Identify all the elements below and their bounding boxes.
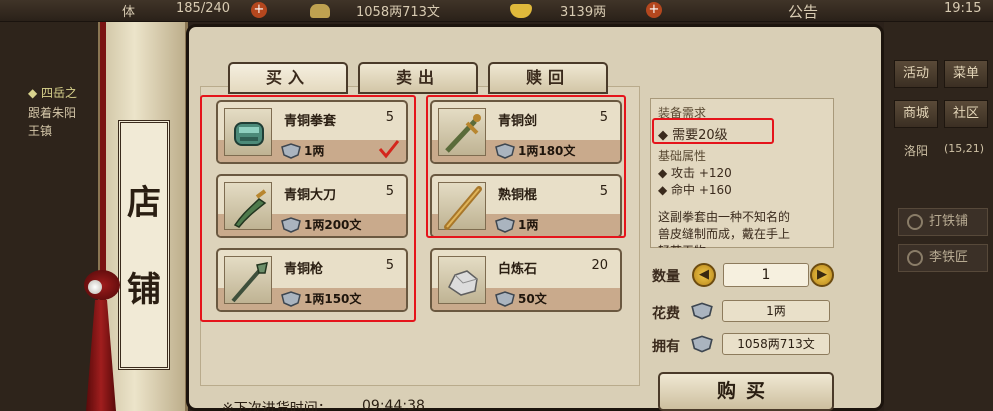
item-qty: 20	[591, 258, 608, 273]
description-line-2: 兽皮缝制而成，戴在手上	[658, 227, 791, 241]
gauntlet-icon	[224, 108, 272, 156]
item-price: 1两	[518, 218, 539, 232]
shop-title-plaque	[118, 120, 170, 370]
item-qty: 5	[385, 258, 394, 273]
npc-label: 李铁匠	[929, 250, 969, 265]
npc-blacksmith-li[interactable]: 李铁匠	[898, 244, 988, 272]
owned-value: 1058两713文	[722, 333, 830, 355]
item-qty: 5	[599, 110, 608, 125]
owned-label: 拥有	[652, 339, 680, 355]
selected-check-icon	[378, 140, 400, 159]
ore-icon	[438, 256, 486, 304]
add-stamina-button[interactable]: +	[251, 2, 267, 18]
location-coords: (15,21)	[944, 142, 985, 155]
description-line-3: 轻若无物	[658, 242, 706, 248]
restock-time: 09:44:38	[362, 398, 425, 411]
tab-buy[interactable]: 买入	[228, 62, 348, 94]
jade-bead	[88, 280, 102, 294]
description-line-1: 这副拳套由一种不知名的	[658, 210, 791, 224]
item-name: 熟铜棍	[498, 188, 538, 203]
tab-sell[interactable]: 卖出	[358, 62, 478, 94]
item-qty: 5	[385, 184, 394, 199]
requirement-header: 装备需求	[658, 106, 707, 120]
tassel-cord	[100, 22, 106, 312]
item-card-bronze-gauntlet[interactable]: 青铜拳套 5 1两	[216, 100, 408, 164]
npc-blacksmith-shop[interactable]: 打铁铺	[898, 208, 988, 236]
item-qty: 5	[599, 184, 608, 199]
attack-stat: ◆ 攻击 +120	[658, 166, 732, 180]
buy-button[interactable]: 购买	[658, 372, 834, 411]
top-status-bar	[0, 0, 993, 22]
coin-icon	[281, 217, 301, 233]
stamina-label: 体	[122, 5, 136, 20]
decrease-quantity-button[interactable]: ◀	[692, 263, 716, 287]
requirement-level: ◆ 需要20级	[658, 128, 728, 143]
cost-value: 1两	[722, 300, 830, 322]
restock-label: ※下次进货时间：	[222, 401, 332, 411]
quantity-label: 数量	[652, 269, 680, 285]
coin-icon	[495, 291, 515, 307]
clock: 19:15	[944, 1, 982, 16]
store-button[interactable]: 商城	[894, 100, 938, 128]
staff-icon	[438, 182, 486, 230]
coin-icon	[281, 143, 301, 159]
hit-stat: ◆ 命中 +160	[658, 183, 732, 197]
location-name: 洛阳	[904, 144, 929, 158]
ingot-value: 3139两	[560, 5, 607, 20]
item-card-bronze-spear[interactable]: 青铜枪 5 1两150文	[216, 248, 408, 312]
community-button[interactable]: 社区	[944, 100, 988, 128]
tab-redeem[interactable]: 赎回	[488, 62, 608, 94]
broadsword-icon	[224, 182, 272, 230]
add-ingot-button[interactable]: +	[646, 2, 662, 18]
item-card-refined-stone[interactable]: 白炼石 20 50文	[430, 248, 622, 312]
item-name: 青铜剑	[498, 114, 538, 129]
item-name: 白炼石	[498, 262, 538, 277]
menu-button[interactable]: 菜单	[944, 60, 988, 88]
activity-button[interactable]: 活动	[894, 60, 938, 88]
item-name: 青铜枪	[284, 262, 324, 277]
item-name: 青铜拳套	[284, 114, 337, 129]
notice-button[interactable]: 公告	[788, 1, 818, 22]
item-card-copper-staff[interactable]: 熟铜棍 5 1两	[430, 174, 622, 238]
npc-icon	[907, 250, 923, 266]
copper-value: 1058两713文	[356, 5, 440, 20]
quest-title[interactable]: ◆ 四岳之	[28, 84, 77, 101]
item-card-bronze-sword[interactable]: 青铜剑 5 1两180文	[430, 100, 622, 164]
coin-icon	[495, 143, 515, 159]
item-name: 青铜大刀	[284, 188, 337, 203]
item-card-bronze-broadsword[interactable]: 青铜大刀 5 1两200文	[216, 174, 408, 238]
quantity-input[interactable]: 1	[723, 263, 809, 287]
item-price: 1两200文	[304, 218, 362, 232]
item-qty: 5	[385, 110, 394, 125]
sword-icon	[438, 108, 486, 156]
attributes-header: 基础属性	[658, 149, 707, 163]
coin-icon	[281, 291, 301, 307]
npc-icon	[907, 214, 923, 230]
npc-label: 打铁铺	[929, 214, 969, 229]
copper-coin-icon	[310, 4, 330, 18]
shop-title-char-1: 店	[127, 183, 161, 223]
item-price: 50文	[518, 292, 547, 306]
item-price: 1两180文	[518, 144, 576, 158]
increase-quantity-button[interactable]: ▶	[810, 263, 834, 287]
shop-title-char-2: 铺	[127, 270, 161, 310]
spear-icon	[224, 256, 272, 304]
coin-icon	[691, 335, 713, 353]
item-price: 1两150文	[304, 292, 362, 306]
quest-line-1: 跟着朱阳	[28, 106, 77, 120]
quest-line-2: 王镇	[28, 124, 53, 138]
coin-icon	[691, 302, 713, 320]
stamina-value: 185/240	[176, 1, 231, 16]
cost-label: 花费	[652, 306, 680, 322]
item-price: 1两	[304, 144, 325, 158]
coin-icon	[495, 217, 515, 233]
